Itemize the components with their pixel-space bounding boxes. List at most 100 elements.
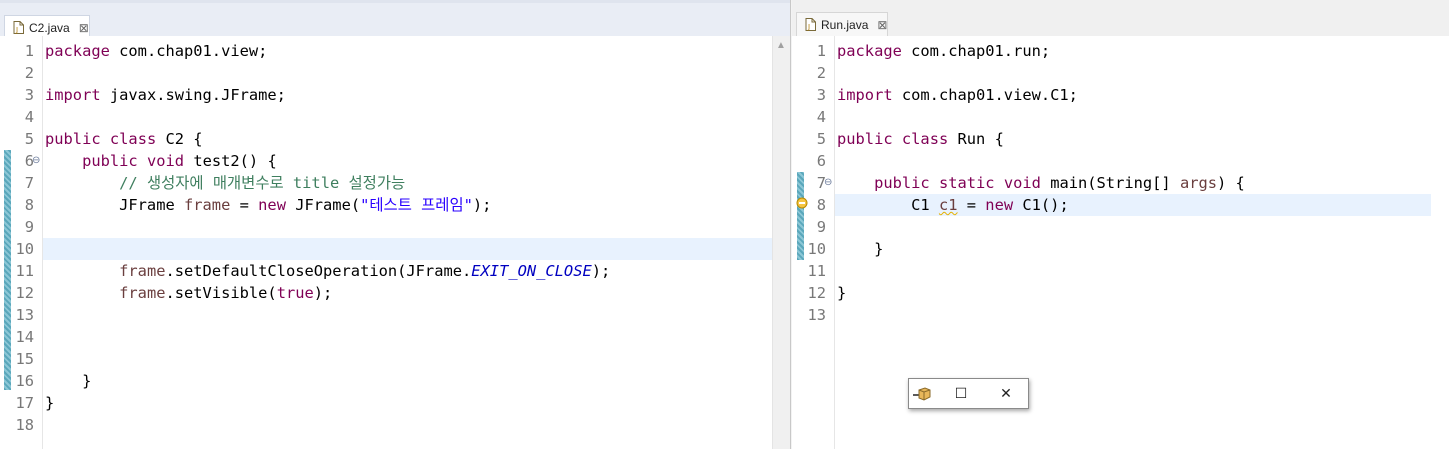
line-number: 17: [15, 394, 34, 412]
maximize-button[interactable]: ☐: [952, 385, 970, 403]
code-token: .setDefaultCloseOperation(JFrame.: [165, 262, 472, 280]
code-line[interactable]: 1 package com.chap01.view;: [0, 40, 790, 62]
code-text: // 생성자에 매개변수로 title 설정가능: [45, 172, 405, 194]
code-token: static: [938, 174, 995, 192]
code-token: public: [874, 174, 930, 192]
code-line[interactable]: 2: [0, 62, 790, 84]
code-token: import: [837, 86, 893, 104]
line-number: 4: [24, 108, 34, 126]
code-token: C2 {: [156, 130, 203, 148]
code-line[interactable]: 15: [0, 348, 790, 370]
code-token: com.chap01.view.C1;: [892, 86, 1078, 104]
line-number: 8: [816, 196, 826, 214]
code-line[interactable]: 7 // 생성자에 매개변수로 title 설정가능: [0, 172, 790, 194]
code-line[interactable]: 9: [0, 216, 790, 238]
code-token: // 생성자에 매개변수로 title 설정가능: [119, 174, 406, 192]
code-token: JFrame: [45, 196, 184, 214]
code-token: C1();: [1013, 196, 1069, 214]
java-app-icon: [913, 386, 931, 402]
line-number: 7: [816, 174, 826, 192]
tab-run-java[interactable]: J Run.java ⊠: [796, 12, 888, 36]
close-window-button[interactable]: ✕: [997, 385, 1015, 403]
code-line[interactable]: 10 }: [792, 238, 1449, 260]
code-line[interactable]: 12}: [792, 282, 1449, 304]
code-line[interactable]: 5 public class Run {: [792, 128, 1449, 150]
line-number: 13: [807, 306, 826, 324]
code-line[interactable]: 6 ⊖ public void test2() {: [0, 150, 790, 172]
code-text: frame.setDefaultCloseOperation(JFrame.EX…: [45, 260, 610, 282]
code-token: com.chap01.view;: [109, 42, 268, 60]
close-tab-icon[interactable]: ⊠: [79, 21, 89, 35]
code-line[interactable]: 8 C1 c1 = new C1();: [817, 194, 1431, 216]
code-token: frame: [184, 196, 231, 214]
line-number: 3: [24, 86, 34, 104]
code-line[interactable]: 9: [792, 216, 1449, 238]
code-text: public void test2() {: [45, 150, 277, 172]
code-editor-run[interactable]: 1 package com.chap01.run; 2 3 import com.cha…: [792, 36, 1449, 449]
code-token: }: [45, 394, 55, 412]
code-line[interactable]: 14: [0, 326, 790, 348]
code-line[interactable]: 13: [0, 304, 790, 326]
fold-collapse-icon[interactable]: ⊖: [824, 172, 832, 194]
code-line[interactable]: 11: [792, 260, 1449, 282]
code-token: );: [313, 284, 333, 302]
code-line[interactable]: 8 JFrame frame = new JFrame("테스트 프레임");: [0, 194, 790, 216]
code-line[interactable]: 10: [15, 238, 772, 260]
code-line[interactable]: 17}: [0, 392, 790, 414]
code-text: public static void main(String[] args) {: [837, 172, 1245, 194]
floating-jframe-window[interactable]: ☐ ✕: [908, 378, 1029, 409]
code-token: }: [45, 372, 92, 390]
code-text: import javax.swing.JFrame;: [45, 84, 286, 106]
code-token: c1: [938, 196, 958, 214]
code-editor-c2[interactable]: ▲ 1 package com.chap01.view; 2 3 import java…: [0, 36, 790, 449]
code-line[interactable]: 1 package com.chap01.run;: [792, 40, 1449, 62]
fold-collapse-icon[interactable]: ⊖: [32, 150, 40, 172]
code-line[interactable]: 5 public class C2 {: [0, 128, 790, 150]
code-text: frame.setVisible(true);: [45, 282, 332, 304]
code-line[interactable]: 16 }: [0, 370, 790, 392]
line-number: 4: [816, 108, 826, 126]
code-token: );: [591, 262, 611, 280]
code-token: Run {: [948, 130, 1004, 148]
code-line[interactable]: 3 import javax.swing.JFrame;: [0, 84, 790, 106]
line-number: 15: [15, 350, 34, 368]
line-number: 14: [15, 328, 34, 346]
code-line[interactable]: 18: [0, 414, 790, 436]
code-line[interactable]: 3 import com.chap01.view.C1;: [792, 84, 1449, 106]
code-line[interactable]: 4: [0, 106, 790, 128]
code-line[interactable]: 12 frame.setVisible(true);: [0, 282, 790, 304]
left-editor-pane: J C2.java ⊠ ▲ 1 package com.chap01.view; 2…: [0, 0, 791, 449]
code-line[interactable]: 11 frame.setDefaultCloseOperation(JFrame…: [0, 260, 790, 282]
code-line[interactable]: 4: [792, 106, 1449, 128]
line-number: 16: [15, 372, 34, 390]
code-token: public: [837, 130, 893, 148]
close-tab-icon[interactable]: ⊠: [877, 18, 887, 32]
code-token: new: [258, 196, 286, 214]
line-number: 5: [24, 130, 34, 148]
line-number: 1: [816, 42, 826, 60]
code-text: package com.chap01.view;: [45, 40, 267, 62]
code-text: }: [45, 392, 54, 414]
svg-text:J: J: [15, 26, 18, 34]
line-number: 2: [24, 64, 34, 82]
code-line[interactable]: 13: [792, 304, 1449, 326]
code-token: ) {: [1217, 174, 1245, 192]
code-token: class: [901, 130, 949, 148]
code-line[interactable]: 6: [792, 150, 1449, 172]
code-line[interactable]: 7 ⊖ public static void main(String[] args…: [792, 172, 1449, 194]
code-token: test2() {: [184, 152, 277, 170]
line-number: 12: [15, 284, 34, 302]
code-token: main(String[]: [1040, 174, 1180, 192]
code-text: public class Run {: [837, 128, 1004, 150]
code-token: }: [837, 284, 847, 302]
code-token: void: [1003, 174, 1041, 192]
right-editor-pane: J Run.java ⊠ 1 package com.chap01.run; 2 3 i…: [792, 0, 1449, 449]
code-line[interactable]: 2: [792, 62, 1449, 84]
